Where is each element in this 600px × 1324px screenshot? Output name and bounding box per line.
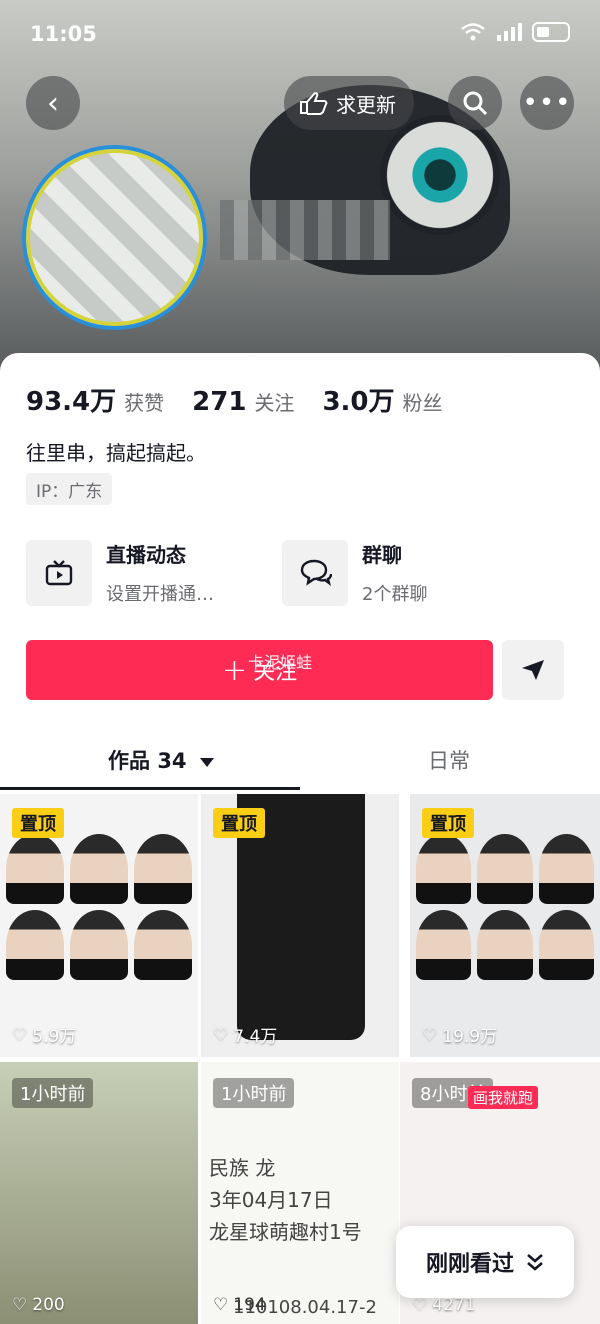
video-likes-count: 4271 [432,1295,476,1315]
signal-icon [497,23,522,41]
status-time: 11:05 [30,22,97,46]
chat-icon [282,539,348,606]
group-chat-text: 群聊 2个群聊 [362,539,427,606]
id-card-line: 民族 龙 [209,1156,276,1180]
double-chevron-down-icon [527,1254,543,1271]
back-button[interactable]: ‹ [26,76,80,130]
profile-bio: 往里串，搞起搞起。 [26,441,206,465]
followers-label: 粉丝 [402,391,443,415]
caret-down-icon [199,757,214,767]
likes-count: 93.4万 [26,387,117,417]
heart-icon: ♡ [412,1295,428,1315]
video-likes: ♡ 194 [213,1295,266,1315]
profile-page: 11:05 ‹ 求更新 ••• 93.4万 获赞 271 关注 3.0万 粉丝 … [0,0,600,1324]
video-thumbnail [0,814,198,980]
likes-stat[interactable]: 93.4万 获赞 [26,381,164,418]
heart-icon: ♡ [422,1024,438,1045]
wifi-icon [461,23,485,41]
likes-label: 获赞 [124,391,165,415]
video-tile[interactable]: 1小时前 ♡ 200 [0,1062,198,1324]
ip-location-tag: IP：广东 [26,473,113,505]
recently-viewed-button[interactable]: 刚刚看过 [396,1226,574,1298]
chevron-left-icon: ‹ [47,85,59,121]
live-updates-card[interactable]: 直播动态 设置开播通… [26,539,214,606]
tab-works-label: 作品 [108,749,150,773]
live-updates-text: 直播动态 设置开播通… [106,539,214,606]
more-dots-icon: ••• [522,88,572,118]
id-card-line: 龙星球萌趣村1号 [209,1220,362,1244]
more-button[interactable]: ••• [520,76,574,130]
following-label: 关注 [254,391,295,415]
hand-point-icon [300,92,328,115]
video-tile[interactable]: 1小时前 民族 龙 3年04月17日 龙星球萌趣村1号 110108.04.17… [201,1062,399,1324]
status-bar: 11:05 [0,0,600,70]
pixelated-name [220,200,390,260]
video-likes: ♡ 19.9万 [422,1022,498,1048]
avatar[interactable] [22,145,207,330]
id-card-text: 民族 龙 3年04月17日 龙星球萌趣村1号 [209,1152,362,1248]
video-likes-count: 194 [233,1295,266,1315]
request-update-label: 求更新 [336,92,396,117]
group-chat-sub: 2个群聊 [362,584,428,605]
watermark-text: 卡泥姬蛙 [248,653,313,672]
group-chat-card[interactable]: 群聊 2个群聊 [282,539,427,606]
followers-stat[interactable]: 3.0万 粉丝 [322,381,442,418]
video-likes: ♡ 5.9万 [12,1022,77,1048]
following-stat[interactable]: 271 关注 [192,387,294,417]
pinned-badge: 置顶 [422,808,474,838]
banner-eye [380,115,500,235]
plus-icon: + [221,652,248,688]
tab-works[interactable]: 作品 34 [108,745,214,775]
tab-works-count: 34 [157,749,187,773]
heart-icon: ♡ [12,1024,28,1045]
search-button[interactable] [448,76,502,130]
group-chat-title: 群聊 [362,543,402,567]
recently-viewed-label: 刚刚看过 [425,1252,514,1277]
tv-icon [26,539,92,606]
followers-count: 3.0万 [322,387,395,417]
send-icon [522,660,544,680]
pinned-badge: 置顶 [12,808,64,838]
heart-icon: ♡ [213,1024,229,1045]
live-updates-title: 直播动态 [106,543,186,567]
search-icon [463,91,488,116]
content-tabs: 作品 34 日常 [0,733,600,789]
video-likes: ♡ 7.4万 [213,1022,278,1048]
id-card-line: 3年04月17日 [209,1188,333,1212]
video-tile[interactable]: 置顶 ♡ 5.9万 [0,794,198,1057]
video-likes-count: 7.4万 [233,1027,278,1047]
heart-icon: ♡ [12,1295,28,1315]
time-ago-badge: 1小时前 [213,1078,295,1108]
video-tile[interactable]: 置顶 ♡ 7.4万 [201,794,399,1057]
video-likes-count: 5.9万 [32,1027,77,1047]
battery-icon [532,22,570,42]
share-button[interactable] [502,640,564,700]
following-count: 271 [192,387,247,417]
weibo-watermark: 卡泥姬蛙 [248,649,312,673]
heart-icon: ♡ [213,1295,229,1315]
video-caption-badge: 画我就跑 [468,1086,539,1109]
video-likes-count: 200 [32,1295,65,1315]
pinned-badge: 置顶 [213,808,265,838]
video-likes: ♡ 4271 [412,1295,476,1315]
request-update-button[interactable]: 求更新 [284,76,414,130]
video-tile[interactable]: 置顶 ♡ 19.9万 [410,794,600,1057]
video-likes-count: 19.9万 [442,1027,498,1047]
profile-stats: 93.4万 获赞 271 关注 3.0万 粉丝 [26,381,443,418]
video-likes: ♡ 200 [12,1295,65,1315]
video-thumbnail [410,814,600,980]
time-ago-badge: 1小时前 [12,1078,94,1108]
status-icons [460,22,570,42]
tab-daily[interactable]: 日常 [428,745,470,775]
tab-indicator [0,787,300,790]
live-updates-sub: 设置开播通… [106,584,214,605]
